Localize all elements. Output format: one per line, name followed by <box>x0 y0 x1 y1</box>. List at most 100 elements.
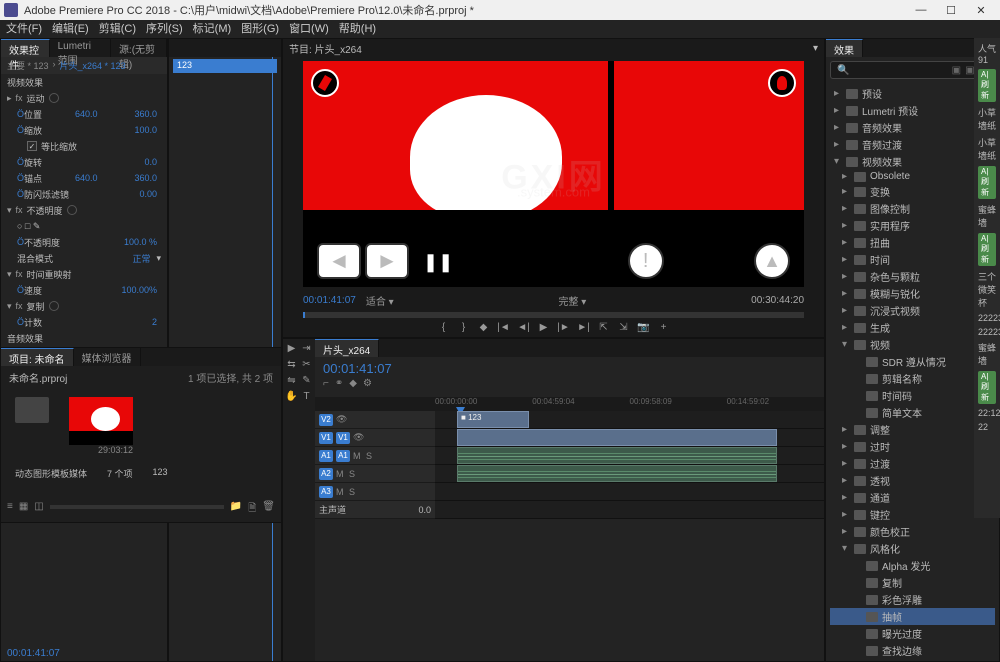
effect-item[interactable]: 曝光过度 <box>830 625 995 642</box>
ec-position[interactable]: Ö位置640.0360.0 <box>1 106 167 122</box>
effect-folder[interactable]: ▸过时 <box>830 438 995 455</box>
snap-icon[interactable]: ⌐ <box>323 378 329 389</box>
timeline-tc[interactable]: 00:01:41:07 <box>323 361 816 376</box>
ec-speed[interactable]: Ö速度100.00% <box>1 282 167 298</box>
effect-folder[interactable]: ▸通道 <box>830 489 995 506</box>
bc-clip[interactable]: 片头_x264 * 123 <box>60 59 126 72</box>
sidebar-item[interactable]: 小草墙纸 <box>978 136 996 162</box>
razor-tool-icon[interactable]: ✂ <box>300 357 313 371</box>
tab-project[interactable]: 项目: 未命名 <box>1 348 74 366</box>
trash-icon[interactable]: 🗑 <box>262 501 275 518</box>
sidebar-item[interactable]: 蜜蜂墙 <box>978 341 996 367</box>
ec-anchor[interactable]: Ö锚点640.0360.0 <box>1 170 167 186</box>
track-a1[interactable]: A1A1MS <box>315 447 435 465</box>
effect-folder[interactable]: ▸图像控制 <box>830 200 995 217</box>
effect-item[interactable]: 时间码 <box>830 387 995 404</box>
ec-rotation[interactable]: Ö旋转0.0 <box>1 154 167 170</box>
effect-folder[interactable]: ▸Lumetri 预设 <box>830 102 995 119</box>
effect-folder[interactable]: ▸变换 <box>830 183 995 200</box>
scrub-bar[interactable] <box>303 312 804 318</box>
ec-count[interactable]: Ö计数2 <box>1 314 167 330</box>
type-tool-icon[interactable]: T <box>300 389 313 403</box>
effect-folder[interactable]: ▸颜色校正 <box>830 523 995 540</box>
ec-opacity[interactable]: ▾fx不透明度 <box>1 202 167 218</box>
effect-folder[interactable]: ▸调整 <box>830 421 995 438</box>
ec-replicate[interactable]: ▾fx复制 <box>1 298 167 314</box>
sidebar-tag[interactable]: A|刷新 <box>978 69 996 102</box>
effect-item[interactable]: 简单文本 <box>830 404 995 421</box>
export-frame-icon[interactable]: 📷 <box>637 320 651 334</box>
ec-blend[interactable]: 混合模式正常▾ <box>1 250 167 266</box>
mark-out-icon[interactable]: } <box>457 320 471 334</box>
tab-sequence[interactable]: 片头_x264 <box>315 339 379 357</box>
track-a2[interactable]: A2MS <box>315 465 435 483</box>
slip-tool-icon[interactable]: ⇋ <box>285 373 298 387</box>
effect-folder[interactable]: ▸预设 <box>830 85 995 102</box>
effects-search[interactable]: 🔍 ▣ ▣ ▣ <box>830 61 995 79</box>
effect-folder[interactable]: ▸音频过渡 <box>830 136 995 153</box>
effect-folder[interactable]: ▸键控 <box>830 506 995 523</box>
effect-folder[interactable]: ▸音频效果 <box>830 119 995 136</box>
sidebar-tag[interactable]: A|刷新 <box>978 166 996 199</box>
tab-lumetri[interactable]: Lumetri 范围 <box>50 39 111 57</box>
menu-help[interactable]: 帮助(H) <box>339 20 376 38</box>
ec-timeremap[interactable]: ▾fx时间重映射 <box>1 266 167 282</box>
hand-tool-icon[interactable]: ✋ <box>285 389 298 403</box>
ripple-tool-icon[interactable]: ⇆ <box>285 357 298 371</box>
effect-folder[interactable]: ▾视频 <box>830 336 995 353</box>
icon-view-icon[interactable]: ▦ <box>19 501 28 518</box>
lift-icon[interactable]: ⇱ <box>597 320 611 334</box>
sidebar-item[interactable]: 小草墙纸 <box>978 106 996 132</box>
minimize-button[interactable]: — <box>906 1 936 19</box>
sidebar-tag[interactable]: A|刷新 <box>978 371 996 404</box>
effect-item[interactable]: SDR 遵从情况 <box>830 353 995 370</box>
effect-folder[interactable]: ▸Obsolete <box>830 170 995 183</box>
menu-edit[interactable]: 编辑(E) <box>52 20 89 38</box>
track-v1[interactable]: V1V1👁 <box>315 429 435 447</box>
close-button[interactable]: ✕ <box>966 1 996 19</box>
clip-a2[interactable] <box>457 465 777 482</box>
freeform-view-icon[interactable]: ◫ <box>34 501 43 518</box>
new-item-icon[interactable]: 🗎 <box>248 501 256 518</box>
effect-folder[interactable]: ▸生成 <box>830 319 995 336</box>
ec-opacity-val[interactable]: Ö不透明度100.0 % <box>1 234 167 250</box>
effect-folder[interactable]: ▸模糊与锐化 <box>830 285 995 302</box>
effect-folder[interactable]: ▾风格化 <box>830 540 995 557</box>
effect-folder[interactable]: ▸扭曲 <box>830 234 995 251</box>
ec-scale[interactable]: Ö缩放100.0 <box>1 122 167 138</box>
selection-tool-icon[interactable]: ▶ <box>285 341 298 355</box>
bc-master[interactable]: 主要 * 123 <box>7 59 49 72</box>
marker-icon[interactable]: ◆ <box>477 320 491 334</box>
step-back-icon[interactable]: ◄| <box>517 320 531 334</box>
full-dropdown[interactable]: 完整 ▾ <box>559 293 587 308</box>
effect-folder[interactable]: ▸时间 <box>830 251 995 268</box>
clip-v2[interactable]: ■ 123 <box>457 411 529 428</box>
marker-add-icon[interactable]: ◆ <box>349 378 357 389</box>
clip-a1[interactable] <box>457 447 777 464</box>
track-v2[interactable]: V2👁 <box>315 411 435 429</box>
menu-window[interactable]: 窗口(W) <box>289 20 329 38</box>
bin-item[interactable] <box>15 397 49 455</box>
step-fwd-icon[interactable]: |► <box>557 320 571 334</box>
track-a3[interactable]: A3MS <box>315 483 435 501</box>
time-ruler[interactable]: 00:00:00:0000:04:59:0400:09:58:0900:14:5… <box>315 397 824 411</box>
effect-item[interactable]: 查找边缘 <box>830 642 995 659</box>
tab-effects[interactable]: 效果 <box>826 39 863 57</box>
sidebar-tag[interactable]: A|刷新 <box>978 233 996 266</box>
play-icon[interactable]: ▶ <box>537 320 551 334</box>
effect-folder[interactable]: ▾视频效果 <box>830 153 995 170</box>
tab-source[interactable]: 源:(无剪辑) <box>111 39 167 57</box>
new-bin-icon[interactable]: 📁 <box>230 501 242 518</box>
mark-in-icon[interactable]: { <box>437 320 451 334</box>
effect-folder[interactable]: ▸实用程序 <box>830 217 995 234</box>
ec-masks[interactable]: ○ □ ✎ <box>1 218 167 234</box>
ec-antiflicker[interactable]: Ö防闪烁滤镜0.00 <box>1 186 167 202</box>
more-icon[interactable]: + <box>657 320 671 334</box>
ec-motion[interactable]: ▸fx运动 <box>1 90 167 106</box>
ec-clip[interactable]: 123 <box>173 59 277 73</box>
menu-sequence[interactable]: 序列(S) <box>146 20 183 38</box>
ec-uniform[interactable]: 等比缩放 <box>1 138 167 154</box>
clip-item[interactable]: 29:03:12 <box>69 397 133 455</box>
effect-folder[interactable]: ▸沉浸式视频 <box>830 302 995 319</box>
tab-effect-controls[interactable]: 效果控件 <box>1 39 50 57</box>
